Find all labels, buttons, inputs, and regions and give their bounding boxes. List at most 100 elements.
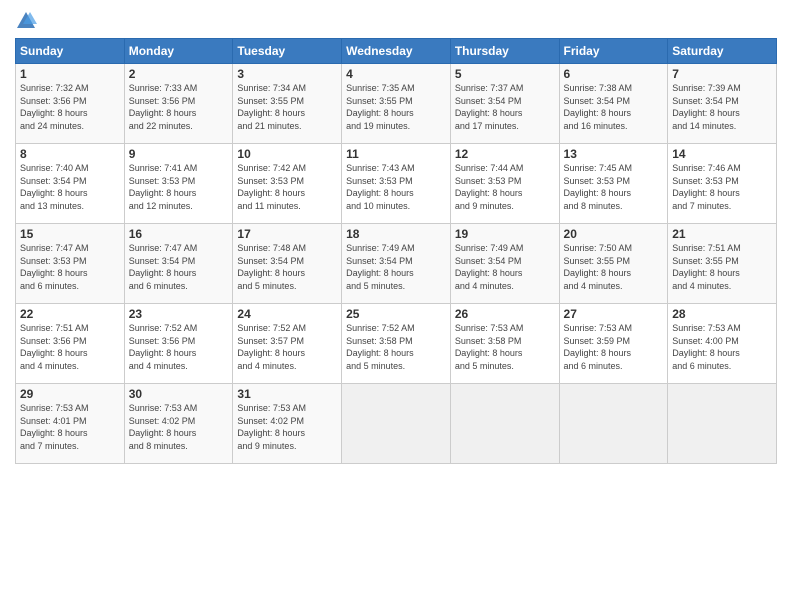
calendar-cell: 21Sunrise: 7:51 AMSunset: 3:55 PMDayligh… (668, 224, 777, 304)
calendar-cell: 22Sunrise: 7:51 AMSunset: 3:56 PMDayligh… (16, 304, 125, 384)
column-header-tuesday: Tuesday (233, 39, 342, 64)
day-info: Sunrise: 7:53 AMSunset: 3:59 PMDaylight:… (564, 322, 664, 372)
day-number: 13 (564, 147, 664, 161)
week-row-4: 22Sunrise: 7:51 AMSunset: 3:56 PMDayligh… (16, 304, 777, 384)
day-number: 3 (237, 67, 337, 81)
calendar-cell: 8Sunrise: 7:40 AMSunset: 3:54 PMDaylight… (16, 144, 125, 224)
day-info: Sunrise: 7:51 AMSunset: 3:55 PMDaylight:… (672, 242, 772, 292)
day-info: Sunrise: 7:43 AMSunset: 3:53 PMDaylight:… (346, 162, 446, 212)
day-number: 19 (455, 227, 555, 241)
calendar-cell: 27Sunrise: 7:53 AMSunset: 3:59 PMDayligh… (559, 304, 668, 384)
day-number: 28 (672, 307, 772, 321)
calendar-cell: 12Sunrise: 7:44 AMSunset: 3:53 PMDayligh… (450, 144, 559, 224)
day-info: Sunrise: 7:41 AMSunset: 3:53 PMDaylight:… (129, 162, 229, 212)
calendar-cell (559, 384, 668, 464)
calendar-cell (342, 384, 451, 464)
day-number: 25 (346, 307, 446, 321)
day-number: 23 (129, 307, 229, 321)
calendar-cell: 18Sunrise: 7:49 AMSunset: 3:54 PMDayligh… (342, 224, 451, 304)
day-info: Sunrise: 7:34 AMSunset: 3:55 PMDaylight:… (237, 82, 337, 132)
calendar-cell: 25Sunrise: 7:52 AMSunset: 3:58 PMDayligh… (342, 304, 451, 384)
calendar-cell: 10Sunrise: 7:42 AMSunset: 3:53 PMDayligh… (233, 144, 342, 224)
day-info: Sunrise: 7:37 AMSunset: 3:54 PMDaylight:… (455, 82, 555, 132)
day-number: 5 (455, 67, 555, 81)
day-number: 9 (129, 147, 229, 161)
week-row-2: 8Sunrise: 7:40 AMSunset: 3:54 PMDaylight… (16, 144, 777, 224)
header-row: SundayMondayTuesdayWednesdayThursdayFrid… (16, 39, 777, 64)
calendar-cell: 28Sunrise: 7:53 AMSunset: 4:00 PMDayligh… (668, 304, 777, 384)
day-number: 31 (237, 387, 337, 401)
day-number: 2 (129, 67, 229, 81)
day-info: Sunrise: 7:38 AMSunset: 3:54 PMDaylight:… (564, 82, 664, 132)
calendar-cell: 5Sunrise: 7:37 AMSunset: 3:54 PMDaylight… (450, 64, 559, 144)
day-info: Sunrise: 7:49 AMSunset: 3:54 PMDaylight:… (346, 242, 446, 292)
calendar-cell: 24Sunrise: 7:52 AMSunset: 3:57 PMDayligh… (233, 304, 342, 384)
calendar-table: SundayMondayTuesdayWednesdayThursdayFrid… (15, 38, 777, 464)
day-info: Sunrise: 7:44 AMSunset: 3:53 PMDaylight:… (455, 162, 555, 212)
column-header-friday: Friday (559, 39, 668, 64)
calendar-cell: 19Sunrise: 7:49 AMSunset: 3:54 PMDayligh… (450, 224, 559, 304)
day-number: 30 (129, 387, 229, 401)
day-number: 12 (455, 147, 555, 161)
column-header-monday: Monday (124, 39, 233, 64)
day-number: 27 (564, 307, 664, 321)
day-number: 4 (346, 67, 446, 81)
day-number: 26 (455, 307, 555, 321)
day-number: 8 (20, 147, 120, 161)
day-info: Sunrise: 7:48 AMSunset: 3:54 PMDaylight:… (237, 242, 337, 292)
day-number: 16 (129, 227, 229, 241)
header (15, 10, 777, 32)
day-number: 20 (564, 227, 664, 241)
day-number: 21 (672, 227, 772, 241)
calendar-cell: 4Sunrise: 7:35 AMSunset: 3:55 PMDaylight… (342, 64, 451, 144)
week-row-5: 29Sunrise: 7:53 AMSunset: 4:01 PMDayligh… (16, 384, 777, 464)
day-info: Sunrise: 7:53 AMSunset: 4:01 PMDaylight:… (20, 402, 120, 452)
day-number: 17 (237, 227, 337, 241)
calendar-cell: 6Sunrise: 7:38 AMSunset: 3:54 PMDaylight… (559, 64, 668, 144)
column-header-saturday: Saturday (668, 39, 777, 64)
day-number: 22 (20, 307, 120, 321)
day-info: Sunrise: 7:42 AMSunset: 3:53 PMDaylight:… (237, 162, 337, 212)
column-header-wednesday: Wednesday (342, 39, 451, 64)
week-row-1: 1Sunrise: 7:32 AMSunset: 3:56 PMDaylight… (16, 64, 777, 144)
calendar-cell: 9Sunrise: 7:41 AMSunset: 3:53 PMDaylight… (124, 144, 233, 224)
calendar-cell: 23Sunrise: 7:52 AMSunset: 3:56 PMDayligh… (124, 304, 233, 384)
day-number: 14 (672, 147, 772, 161)
day-info: Sunrise: 7:53 AMSunset: 4:00 PMDaylight:… (672, 322, 772, 372)
calendar-cell: 29Sunrise: 7:53 AMSunset: 4:01 PMDayligh… (16, 384, 125, 464)
day-info: Sunrise: 7:53 AMSunset: 4:02 PMDaylight:… (129, 402, 229, 452)
day-info: Sunrise: 7:49 AMSunset: 3:54 PMDaylight:… (455, 242, 555, 292)
day-info: Sunrise: 7:52 AMSunset: 3:57 PMDaylight:… (237, 322, 337, 372)
calendar-cell: 30Sunrise: 7:53 AMSunset: 4:02 PMDayligh… (124, 384, 233, 464)
calendar-cell: 3Sunrise: 7:34 AMSunset: 3:55 PMDaylight… (233, 64, 342, 144)
day-info: Sunrise: 7:47 AMSunset: 3:53 PMDaylight:… (20, 242, 120, 292)
day-number: 15 (20, 227, 120, 241)
calendar-cell (668, 384, 777, 464)
calendar-cell: 13Sunrise: 7:45 AMSunset: 3:53 PMDayligh… (559, 144, 668, 224)
day-info: Sunrise: 7:53 AMSunset: 3:58 PMDaylight:… (455, 322, 555, 372)
day-info: Sunrise: 7:52 AMSunset: 3:58 PMDaylight:… (346, 322, 446, 372)
day-info: Sunrise: 7:52 AMSunset: 3:56 PMDaylight:… (129, 322, 229, 372)
day-info: Sunrise: 7:45 AMSunset: 3:53 PMDaylight:… (564, 162, 664, 212)
calendar-cell: 2Sunrise: 7:33 AMSunset: 3:56 PMDaylight… (124, 64, 233, 144)
day-number: 18 (346, 227, 446, 241)
day-info: Sunrise: 7:33 AMSunset: 3:56 PMDaylight:… (129, 82, 229, 132)
day-number: 1 (20, 67, 120, 81)
page: SundayMondayTuesdayWednesdayThursdayFrid… (0, 0, 792, 612)
day-info: Sunrise: 7:50 AMSunset: 3:55 PMDaylight:… (564, 242, 664, 292)
calendar-cell: 31Sunrise: 7:53 AMSunset: 4:02 PMDayligh… (233, 384, 342, 464)
calendar-cell (450, 384, 559, 464)
logo (15, 10, 41, 32)
day-number: 11 (346, 147, 446, 161)
calendar-cell: 7Sunrise: 7:39 AMSunset: 3:54 PMDaylight… (668, 64, 777, 144)
calendar-cell: 15Sunrise: 7:47 AMSunset: 3:53 PMDayligh… (16, 224, 125, 304)
calendar-cell: 26Sunrise: 7:53 AMSunset: 3:58 PMDayligh… (450, 304, 559, 384)
calendar-cell: 14Sunrise: 7:46 AMSunset: 3:53 PMDayligh… (668, 144, 777, 224)
day-info: Sunrise: 7:35 AMSunset: 3:55 PMDaylight:… (346, 82, 446, 132)
logo-icon (15, 10, 37, 32)
calendar-cell: 16Sunrise: 7:47 AMSunset: 3:54 PMDayligh… (124, 224, 233, 304)
day-info: Sunrise: 7:40 AMSunset: 3:54 PMDaylight:… (20, 162, 120, 212)
column-header-thursday: Thursday (450, 39, 559, 64)
day-number: 6 (564, 67, 664, 81)
column-header-sunday: Sunday (16, 39, 125, 64)
